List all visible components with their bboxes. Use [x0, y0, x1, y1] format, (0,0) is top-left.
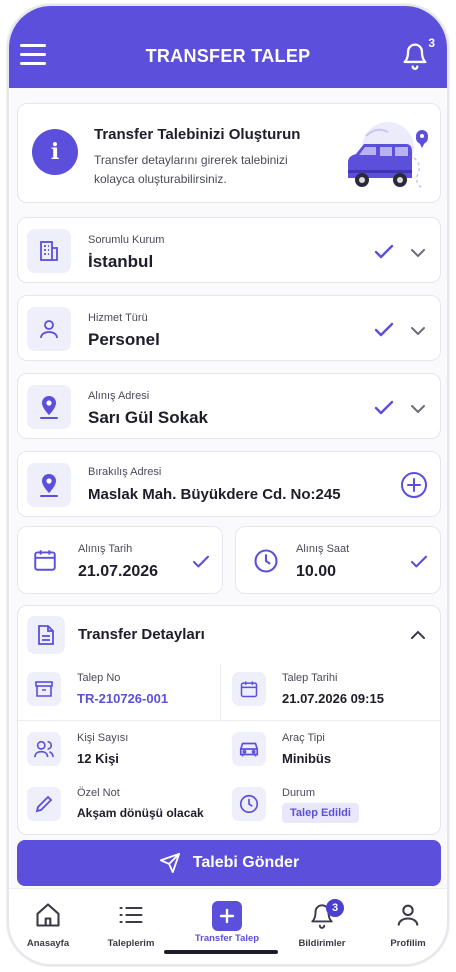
- phone-frame: TRANSFER TALEP 3 i Transfer Talebinizi O…: [7, 4, 449, 966]
- detail-label: Özel Not: [77, 787, 120, 799]
- tab-transfer-talep[interactable]: Transfer Talep: [183, 901, 271, 944]
- main-content: i Transfer Talebinizi Oluşturun Transfer…: [9, 88, 447, 888]
- notification-count: 3: [428, 36, 435, 50]
- bell-icon[interactable]: [401, 40, 429, 70]
- tab-label: Taleplerim: [107, 938, 155, 949]
- divider: [18, 720, 440, 721]
- van-illustration: [348, 122, 428, 189]
- send-request-button[interactable]: Talebi Gönder: [17, 840, 441, 886]
- date-picker[interactable]: Alınış Tarih 21.07.2026: [17, 526, 223, 594]
- field-value: Maslak Mah. Büyükdere Cd. No:245: [88, 486, 341, 503]
- tab-taleplerim[interactable]: Taleplerim: [87, 901, 175, 949]
- profile-icon: [397, 904, 419, 926]
- time-label: Alınış Saat: [296, 543, 350, 555]
- check-icon: [192, 555, 210, 568]
- document-icon: [27, 616, 65, 654]
- tab-profilim[interactable]: Profilim: [364, 901, 447, 949]
- send-icon: [159, 852, 180, 874]
- check-icon: [374, 400, 394, 415]
- field-label: Alınış Adresi: [88, 390, 150, 402]
- bottom-tab-bar: Anasayfa Taleplerim Transfer Talep 3 Bil…: [9, 888, 447, 964]
- car-icon: [232, 732, 266, 766]
- tab-label: Transfer Talep: [194, 933, 260, 944]
- info-description: Transfer detaylarını girerek talebinizi …: [94, 153, 288, 186]
- detail-label: Araç Tipi: [282, 732, 325, 744]
- page-title: TRANSFER TALEP: [145, 46, 311, 66]
- field-value: İstanbul: [88, 252, 154, 271]
- check-icon: [374, 244, 394, 259]
- notification-badge: 3: [326, 899, 344, 917]
- archive-icon: [27, 672, 61, 706]
- home-icon: [36, 903, 60, 927]
- tab-label: Profilim: [390, 938, 426, 949]
- status-badge: Talep Edildi: [282, 803, 359, 823]
- user-icon: [27, 307, 71, 351]
- detail-label: Talep Tarihi: [282, 672, 338, 684]
- field-sorumlu-kurum[interactable]: Sorumlu Kurum İstanbul: [17, 217, 441, 283]
- field-label: Sorumlu Kurum: [88, 234, 165, 246]
- info-title: Transfer Talebinizi Oluşturun: [94, 126, 301, 143]
- tab-anasayfa[interactable]: Anasayfa: [9, 901, 92, 949]
- location-pin-icon: [27, 385, 71, 429]
- date-value: 21.07.2026: [78, 563, 159, 580]
- field-value: Personel: [88, 330, 160, 349]
- home-indicator: [164, 950, 278, 954]
- field-alinis-adresi[interactable]: Alınış Adresi Sarı Gül Sokak: [17, 373, 441, 439]
- chevron-down-icon[interactable]: [410, 326, 426, 336]
- add-circle-icon[interactable]: [400, 471, 428, 499]
- tab-label: Anasayfa: [26, 938, 70, 949]
- info-card: i Transfer Talebinizi Oluşturun Transfer…: [17, 103, 441, 203]
- pencil-icon: [27, 787, 61, 821]
- clock-icon: [254, 549, 278, 573]
- chevron-down-icon[interactable]: [410, 248, 426, 258]
- send-button-label: Talebi Gönder: [192, 854, 300, 871]
- detail-label: Kişi Sayısı: [77, 732, 129, 744]
- check-icon: [374, 322, 394, 337]
- building-icon: [27, 229, 71, 273]
- list-icon: [119, 906, 143, 924]
- detail-value: 12 Kişi: [77, 751, 119, 766]
- detail-value: 21.07.2026 09:15: [282, 691, 384, 706]
- calendar-icon: [232, 672, 266, 706]
- chevron-down-icon[interactable]: [410, 404, 426, 414]
- info-icon: i: [32, 129, 78, 175]
- time-picker[interactable]: Alınış Saat 10.00: [235, 526, 441, 594]
- tab-label: Bildirimler: [298, 938, 346, 949]
- field-label: Hizmet Türü: [88, 312, 148, 324]
- field-birakilis-adresi[interactable]: Bırakılış Adresi Maslak Mah. Büyükdere C…: [17, 451, 441, 517]
- field-label: Bırakılış Adresi: [88, 466, 162, 478]
- details-title: Transfer Detayları: [78, 626, 205, 643]
- detail-value[interactable]: TR-210726-001: [77, 691, 168, 706]
- check-icon: [410, 555, 428, 568]
- field-hizmet-turu[interactable]: Hizmet Türü Personel: [17, 295, 441, 361]
- chevron-up-icon[interactable]: [410, 630, 426, 640]
- time-value: 10.00: [296, 563, 337, 580]
- plus-icon: [212, 901, 242, 931]
- transfer-details-panel: Transfer Detayları Talep No TR-210726-00…: [17, 605, 441, 835]
- tab-bildirimler[interactable]: 3 Bildirimler: [278, 899, 366, 949]
- detail-value: Akşam dönüşü olacak: [77, 806, 204, 820]
- detail-label: Durum: [282, 787, 316, 799]
- divider: [220, 664, 221, 720]
- date-label: Alınış Tarih: [78, 543, 133, 555]
- clock-icon: [232, 787, 266, 821]
- users-icon: [27, 732, 61, 766]
- app-header: TRANSFER TALEP 3: [9, 6, 447, 88]
- field-value: Sarı Gül Sokak: [88, 408, 208, 427]
- detail-value: Minibüs: [282, 751, 332, 766]
- calendar-icon: [34, 550, 56, 571]
- detail-label: Talep No: [77, 672, 121, 684]
- location-pin-icon: [27, 463, 71, 507]
